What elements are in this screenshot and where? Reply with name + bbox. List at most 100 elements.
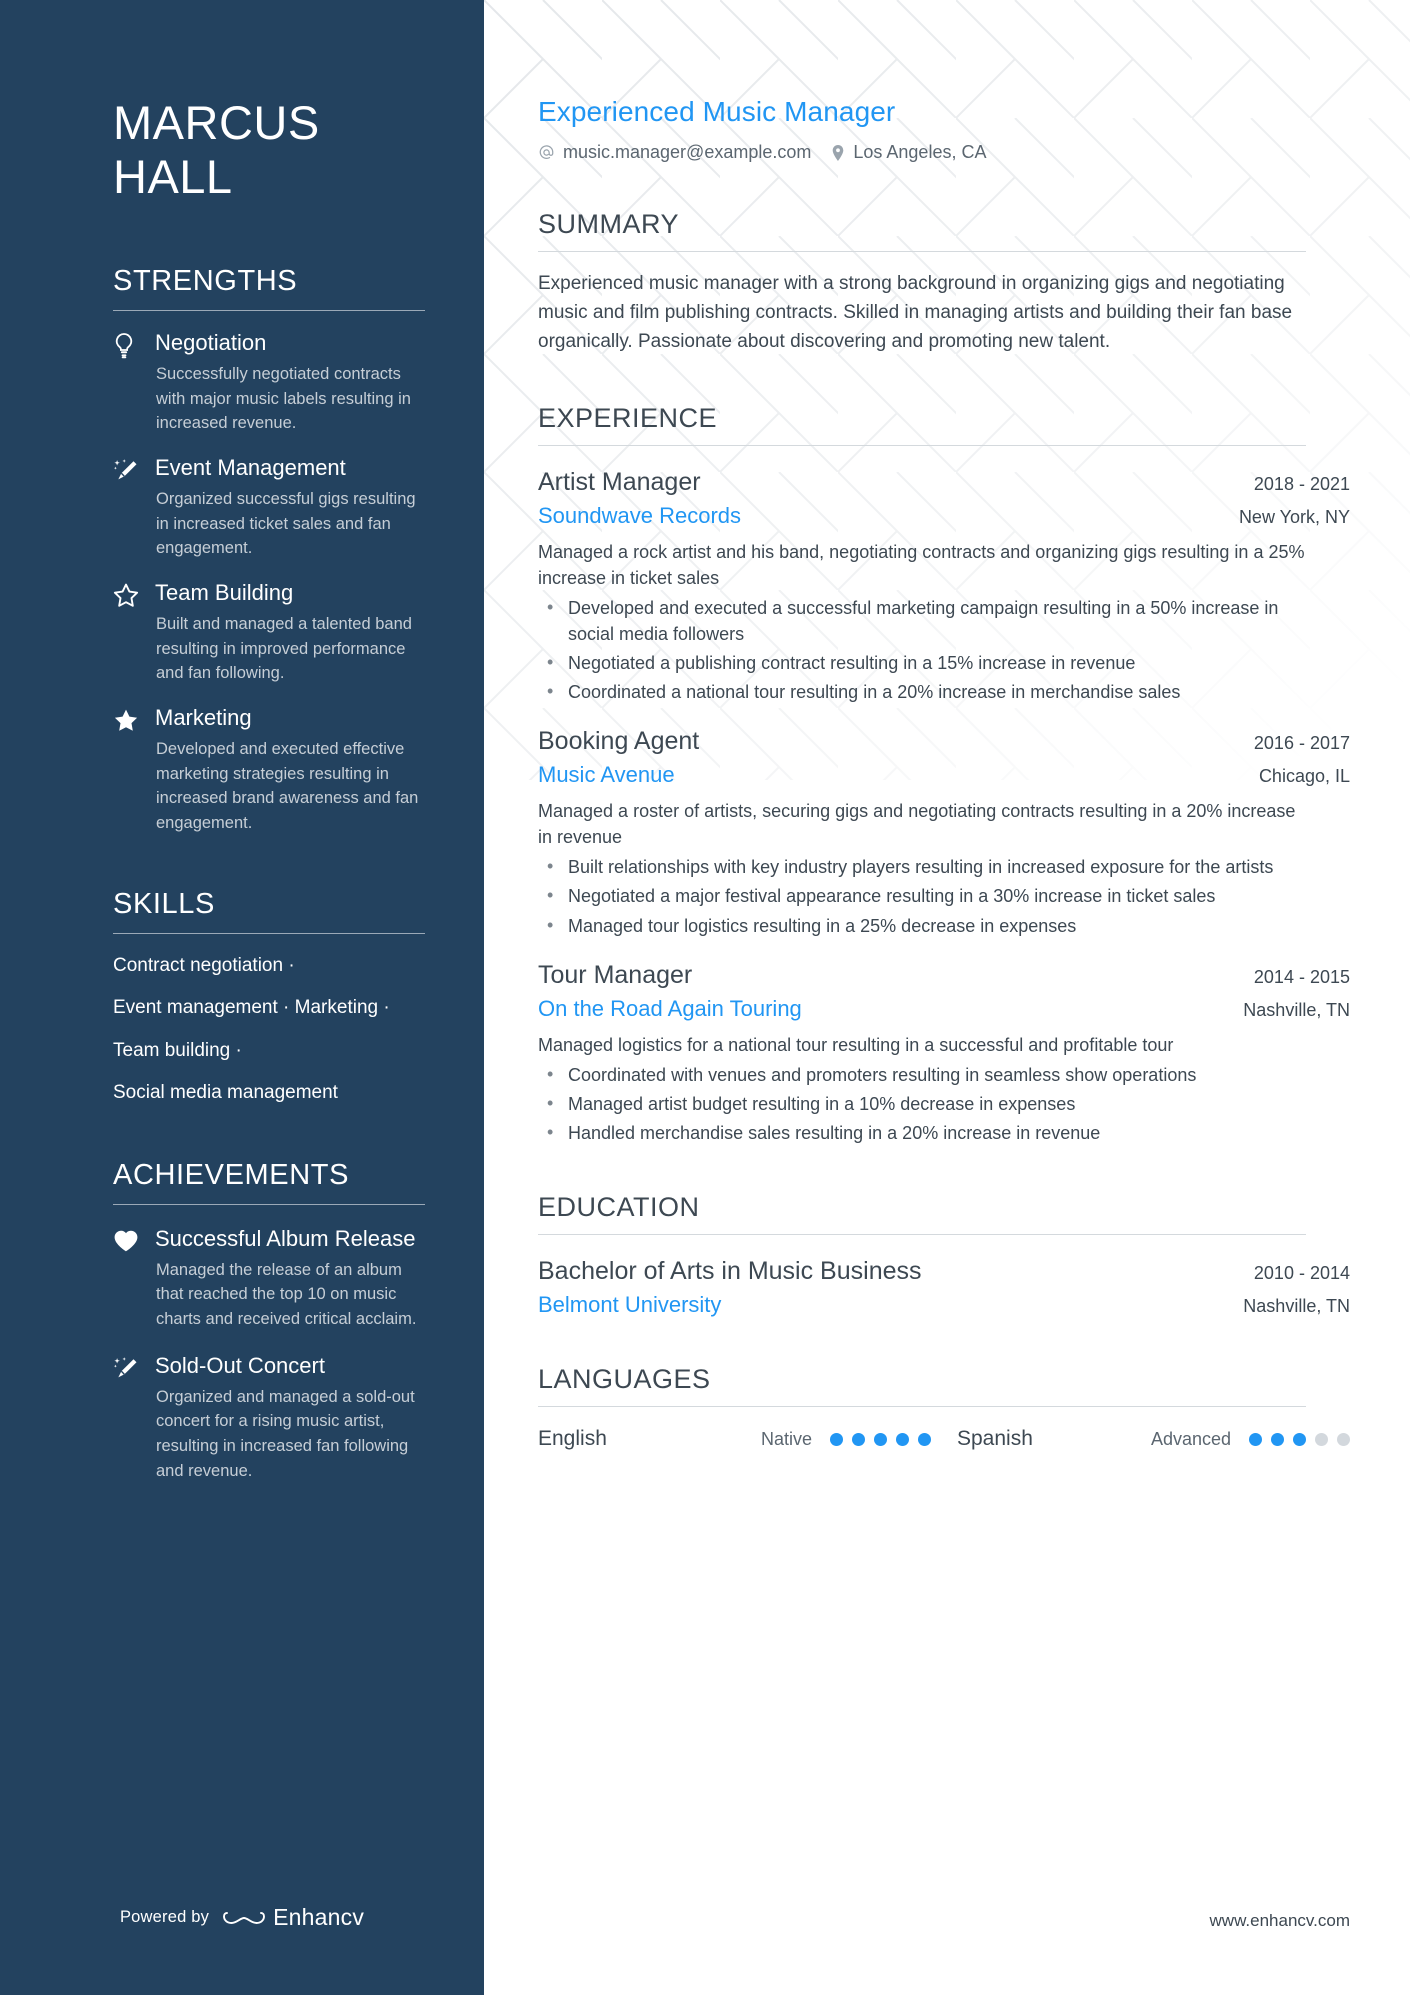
language-item: English Native <box>538 1427 931 1451</box>
strength-title: Marketing <box>155 705 252 731</box>
rating-dot-filled <box>852 1432 865 1446</box>
job-description: Managed logistics for a national tour re… <box>538 1034 1174 1055</box>
achievement-item: Successful Album Release Managed the rel… <box>113 1225 424 1332</box>
achievement-item: Sold-Out Concert Organized and managed a… <box>113 1352 424 1484</box>
degree-dates: 2010 - 2014 <box>1253 1263 1350 1284</box>
bullet-item: Coordinated a national tour resulting in… <box>538 678 1306 705</box>
language-item: Spanish Advanced <box>957 1427 1350 1451</box>
section-divider <box>538 251 1306 252</box>
languages-row: English Native Spanish Advanced <box>538 1427 1350 1451</box>
company-name[interactable]: Music Avenue <box>538 762 675 788</box>
job-title: Artist Manager <box>538 467 701 496</box>
job-bullets: Developed and executed a successful mark… <box>538 594 1350 705</box>
resume-page: MARCUS HALL STRENGTHS Negotiation Succes… <box>0 0 1410 1995</box>
strengths-section: STRENGTHS Negotiation Successfully negot… <box>113 265 425 836</box>
email-chunk[interactable]: music.manager@example.com <box>538 142 811 163</box>
experience-entry: Booking Agent 2016 - 2017 Music Avenue C… <box>538 727 1350 938</box>
rating-dot-filled <box>918 1432 931 1446</box>
heart-icon <box>113 1225 155 1332</box>
skill-line: Contract negotiation · <box>113 954 295 976</box>
strength-item: Marketing Developed and executed effecti… <box>113 704 424 836</box>
job-dates: 2018 - 2021 <box>1253 473 1350 494</box>
rating-dot-empty <box>1315 1432 1328 1446</box>
at-sign-icon <box>538 144 555 161</box>
bullet-item: Developed and executed a successful mark… <box>538 594 1306 647</box>
strength-description: Developed and executed effective marketi… <box>156 739 419 833</box>
rating-dot-filled <box>896 1432 909 1446</box>
experience-section: EXPERIENCE Artist Manager 2018 - 2021 So… <box>538 403 1350 1146</box>
strengths-heading: STRENGTHS <box>113 265 298 298</box>
degree-title: Bachelor of Arts in Music Business <box>538 1257 922 1286</box>
location-value: Los Angeles, CA <box>853 142 987 162</box>
school-location: Nashville, TN <box>1243 1296 1350 1317</box>
strength-title: Negotiation <box>155 330 267 356</box>
company-name[interactable]: On the Road Again Touring <box>538 996 802 1022</box>
job-title: Tour Manager <box>538 960 693 989</box>
summary-heading: SUMMARY <box>538 209 680 239</box>
education-heading: EDUCATION <box>538 1192 700 1223</box>
sidebar-footer: Powered by Enhancv <box>0 1904 484 1931</box>
location-chunk: Los Angeles, CA <box>831 142 986 163</box>
skills-heading: SKILLS <box>113 887 215 920</box>
job-location: New York, NY <box>1238 506 1350 527</box>
job-location: Nashville, TN <box>1243 999 1350 1020</box>
enhancv-mark-icon <box>223 1911 266 1924</box>
rating-dot-empty <box>1337 1432 1350 1446</box>
section-divider <box>538 1406 1306 1408</box>
job-description: Managed a roster of artists, securing gi… <box>538 801 1296 848</box>
powered-by-label: Powered by <box>119 1908 210 1926</box>
bullet-item: Built relationships with key industry pl… <box>538 853 1306 880</box>
job-title: Booking Agent <box>538 727 700 756</box>
experience-entry: Artist Manager 2018 - 2021 Soundwave Rec… <box>538 468 1350 706</box>
bullet-item: Coordinated with venues and promoters re… <box>538 1061 1306 1088</box>
section-divider <box>113 310 425 312</box>
bullet-item: Negotiated a major festival appearance r… <box>538 882 1306 909</box>
languages-heading: LANGUAGES <box>538 1364 711 1395</box>
skill-line: Social media management <box>113 1082 338 1104</box>
strength-description: Built and managed a talented band result… <box>156 614 412 683</box>
summary-text: Experienced music manager with a strong … <box>538 273 1293 352</box>
contact-row: music.manager@example.com Los Angeles, C… <box>538 142 1350 163</box>
job-headline: Experienced Music Manager <box>538 96 896 127</box>
name-line-2: HALL <box>113 149 233 203</box>
achievements-section: ACHIEVEMENTS Successful Album Release Ma… <box>113 1158 425 1484</box>
bullet-item: Negotiated a publishing contract resulti… <box>538 649 1306 676</box>
job-dates: 2016 - 2017 <box>1253 733 1350 754</box>
name-line-1: MARCUS <box>113 96 320 149</box>
strength-item: Negotiation Successfully negotiated cont… <box>113 329 424 436</box>
language-rating-dots <box>1249 1432 1350 1446</box>
brand-name: Enhancv <box>273 1904 365 1930</box>
star-filled-icon <box>113 704 155 836</box>
section-divider <box>113 1203 425 1205</box>
section-divider <box>113 932 425 934</box>
achievements-heading: ACHIEVEMENTS <box>113 1158 350 1191</box>
language-level: Native <box>760 1428 812 1449</box>
languages-section: LANGUAGES English Native Spanish Advance… <box>538 1364 1350 1451</box>
job-bullets: Built relationships with key industry pl… <box>538 853 1350 938</box>
school-name[interactable]: Belmont University <box>538 1292 721 1318</box>
lightbulb-icon <box>113 329 155 436</box>
sidebar: MARCUS HALL STRENGTHS Negotiation Succes… <box>0 0 484 1995</box>
rating-dot-filled <box>830 1432 843 1446</box>
achievement-title: Sold-Out Concert <box>155 1352 325 1378</box>
education-entry: Bachelor of Arts in Music Business 2010 … <box>538 1257 1350 1318</box>
strength-item: Team Building Built and managed a talent… <box>113 579 424 686</box>
rating-dot-filled <box>874 1432 887 1446</box>
language-level: Advanced <box>1150 1428 1231 1449</box>
language-name: English <box>538 1427 607 1451</box>
rating-dot-filled <box>1249 1432 1262 1446</box>
section-divider <box>538 444 1306 446</box>
job-description: Managed a rock artist and his band, nego… <box>538 541 1305 588</box>
website-url: www.enhancv.com <box>1209 1911 1350 1930</box>
candidate-name: MARCUS HALL <box>113 96 424 203</box>
rating-dot-filled <box>1271 1432 1284 1446</box>
skills-section: SKILLS Contract negotiation · Event mana… <box>113 887 425 1107</box>
enhancv-logo: Enhancv <box>223 1904 364 1931</box>
strength-item: Event Management Organized successful gi… <box>113 454 424 561</box>
bullet-item: Handled merchandise sales resulting in a… <box>538 1119 1306 1146</box>
strength-description: Organized successful gigs resulting in i… <box>156 489 416 558</box>
rating-dot-filled <box>1293 1432 1306 1446</box>
job-dates: 2014 - 2015 <box>1253 966 1350 987</box>
strength-title: Event Management <box>155 455 346 481</box>
company-name[interactable]: Soundwave Records <box>538 503 741 529</box>
